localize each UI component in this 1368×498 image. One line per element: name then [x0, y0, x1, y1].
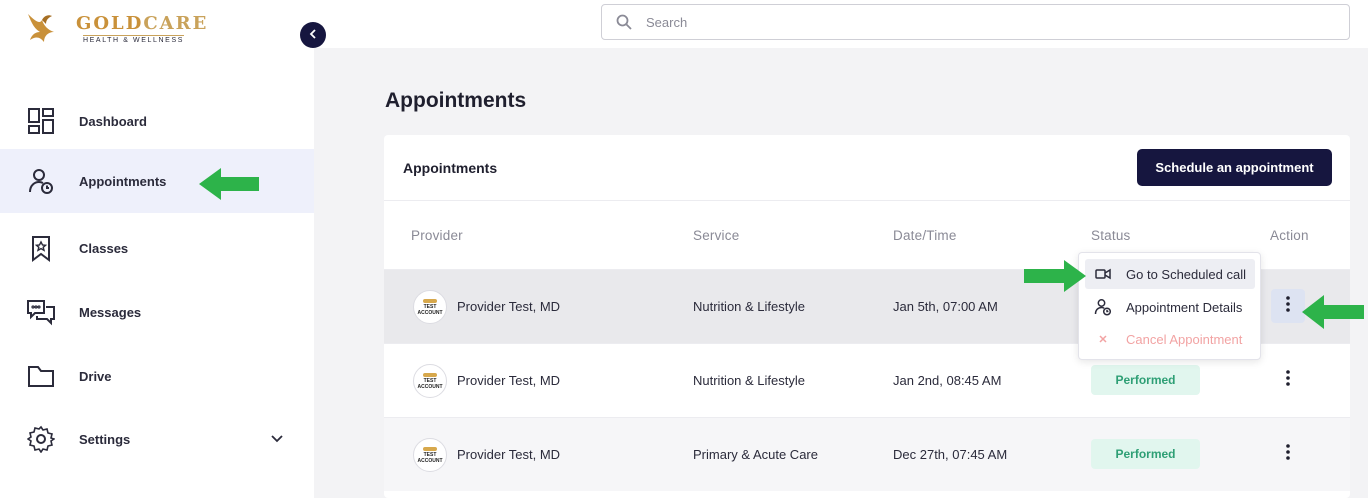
column-header-service[interactable]: Service [693, 228, 739, 243]
status-badge: Performed [1091, 365, 1200, 395]
search-input[interactable] [646, 5, 1336, 39]
row-actions-button[interactable] [1271, 437, 1305, 471]
brand-logo[interactable]: GOLDCARE HEALTH & WELLNESS [22, 10, 206, 50]
row-actions-button[interactable] [1271, 289, 1305, 323]
more-vertical-icon [1286, 369, 1290, 391]
folder-icon [26, 361, 56, 391]
row-actions-button[interactable] [1271, 363, 1305, 397]
divider [384, 200, 1350, 201]
search-box[interactable] [601, 4, 1350, 40]
chat-bubbles-icon [26, 297, 56, 327]
page-title: Appointments [385, 89, 527, 112]
provider-name: Provider Test, MD [457, 373, 561, 388]
more-vertical-icon [1286, 295, 1290, 317]
sidebar-collapse-button[interactable] [300, 22, 326, 48]
appointment-datetime: Jan 5th, 07:00 AM [893, 299, 998, 314]
menu-item-label: Cancel Appointment [1126, 331, 1243, 347]
sidebar-item-label: Classes [79, 240, 129, 256]
annotation-arrow-left-icon [1302, 295, 1364, 329]
sidebar-item-settings[interactable]: Settings [0, 407, 314, 471]
close-icon [1094, 330, 1112, 348]
table-row[interactable]: TEST ACCOUNT Provider Test, MD Primary &… [384, 417, 1350, 491]
service-name: Nutrition & Lifestyle [693, 373, 805, 388]
sidebar-item-drive[interactable]: Drive [0, 344, 314, 408]
provider-avatar: TEST ACCOUNT [413, 438, 447, 472]
menu-item-appointment-details[interactable]: Appointment Details [1085, 292, 1255, 322]
row-actions-menu: Go to Scheduled call Appointment Details… [1078, 252, 1261, 360]
appointment-datetime: Dec 27th, 07:45 AM [893, 447, 1008, 462]
menu-item-label: Go to Scheduled call [1126, 266, 1246, 282]
annotation-arrow-left-icon [199, 168, 259, 200]
eagle-logo-icon [28, 14, 54, 42]
appointment-datetime: Jan 2nd, 08:45 AM [893, 373, 1002, 388]
sidebar-item-messages[interactable]: Messages [0, 280, 314, 344]
provider-avatar: TEST ACCOUNT [413, 364, 447, 398]
appointment-user-clock-icon [26, 166, 56, 196]
video-camera-icon [1094, 265, 1112, 283]
card-title: Appointments [403, 160, 498, 176]
menu-item-go-to-scheduled-call[interactable]: Go to Scheduled call [1085, 259, 1255, 289]
chevron-down-icon[interactable] [271, 430, 283, 448]
user-clock-icon [1094, 298, 1112, 316]
brand-name: GOLDCARE [76, 13, 209, 34]
service-name: Primary & Acute Care [693, 447, 818, 462]
provider-name: Provider Test, MD [457, 447, 561, 462]
sidebar-item-classes[interactable]: Classes [0, 216, 314, 280]
more-vertical-icon [1286, 443, 1290, 465]
sidebar-item-label: Appointments [79, 173, 167, 189]
annotation-arrow-right-icon [1024, 260, 1086, 292]
sidebar-item-appointments[interactable]: Appointments [0, 149, 314, 213]
provider-name: Provider Test, MD [457, 299, 561, 314]
bookmark-star-icon [26, 233, 56, 263]
menu-item-label: Appointment Details [1126, 299, 1243, 315]
sidebar: GOLDCARE HEALTH & WELLNESS Dashboard App… [0, 0, 326, 498]
sidebar-item-label: Messages [79, 304, 142, 320]
column-header-provider[interactable]: Provider [411, 228, 463, 243]
sidebar-item-label: Settings [79, 431, 131, 447]
status-badge: Performed [1091, 439, 1200, 469]
search-icon [616, 14, 632, 35]
schedule-appointment-button[interactable]: Schedule an appointment [1137, 149, 1332, 186]
menu-item-cancel-appointment[interactable]: Cancel Appointment [1085, 324, 1255, 354]
sidebar-item-label: Drive [79, 368, 112, 384]
column-header-datetime[interactable]: Date/Time [893, 228, 957, 243]
sidebar-item-label: Dashboard [79, 113, 147, 129]
brand-tagline: HEALTH & WELLNESS [83, 35, 184, 44]
service-name: Nutrition & Lifestyle [693, 299, 805, 314]
column-header-action: Action [1270, 228, 1309, 243]
sidebar-item-dashboard[interactable]: Dashboard [0, 89, 314, 153]
dashboard-icon [26, 106, 56, 136]
chevron-left-icon [309, 26, 317, 44]
gear-icon [26, 424, 56, 454]
provider-avatar: TEST ACCOUNT [413, 290, 447, 324]
column-header-status[interactable]: Status [1091, 228, 1130, 243]
